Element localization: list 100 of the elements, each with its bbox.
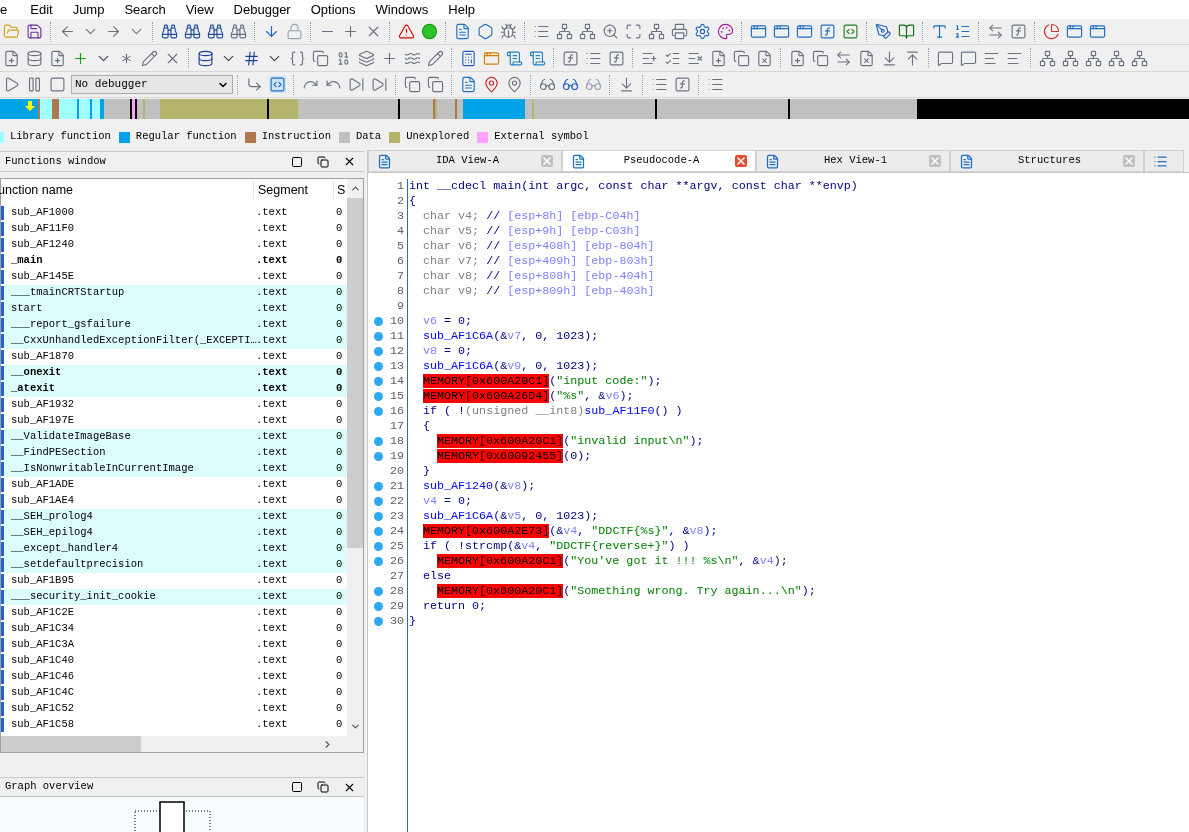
circle-icon[interactable]: [421, 23, 438, 40]
save-icon[interactable]: [26, 23, 43, 40]
list-icon[interactable]: [707, 76, 724, 93]
file-icon[interactable]: [710, 49, 727, 67]
scroll-icon[interactable]: [506, 49, 523, 67]
window-icon[interactable]: [796, 23, 813, 40]
table-row[interactable]: start .text 0: [1, 301, 347, 317]
file-icon[interactable]: [756, 49, 773, 67]
hierarchy-icon[interactable]: [1131, 49, 1148, 67]
menu-item[interactable]: Debugger: [223, 0, 301, 20]
hexagon-icon[interactable]: [477, 23, 494, 40]
tab[interactable]: [1144, 150, 1184, 172]
table-row[interactable]: ___report_gsfailure .text 0: [1, 317, 347, 333]
binoculars-icon[interactable]: [207, 23, 224, 40]
list-icon[interactable]: [954, 23, 971, 40]
database-icon[interactable]: [197, 49, 214, 67]
arrow-down-icon[interactable]: [881, 49, 898, 67]
warning-icon[interactable]: [398, 23, 415, 40]
glasses-icon[interactable]: [539, 76, 556, 93]
layers-icon[interactable]: [358, 49, 375, 67]
table-row[interactable]: __except_handler4 .text 0: [1, 541, 347, 557]
debugger-select[interactable]: No debugger: [71, 75, 233, 94]
pin-icon[interactable]: [506, 76, 523, 93]
document-icon[interactable]: [460, 76, 477, 93]
list-icon[interactable]: [533, 23, 550, 40]
function-icon[interactable]: [819, 23, 836, 40]
close-icon[interactable]: [343, 155, 356, 168]
hierarchy-icon[interactable]: [648, 23, 665, 40]
calculator-icon[interactable]: [460, 49, 477, 67]
copy-icon[interactable]: [404, 76, 421, 93]
pin-icon[interactable]: [483, 76, 500, 93]
list-icon[interactable]: [651, 76, 668, 93]
pause-icon[interactable]: [26, 76, 43, 93]
tab[interactable]: IDA View-A: [368, 150, 562, 172]
tab-label[interactable]: Pseudocode-A: [588, 153, 735, 169]
window-icon[interactable]: [483, 49, 500, 67]
table-row[interactable]: __FindPESection .text 0: [1, 445, 347, 461]
menu-item[interactable]: Edit: [20, 0, 63, 20]
table-row[interactable]: __CxxUnhandledExceptionFilter(_EXCEPTI….text 0: [1, 333, 347, 349]
letter-icon[interactable]: [931, 23, 948, 40]
scroll-icon[interactable]: [529, 49, 546, 67]
tab-label[interactable]: Structures: [976, 153, 1123, 169]
table-row[interactable]: __setdefaultprecision .text 0: [1, 557, 347, 573]
hierarchy-icon[interactable]: [1062, 49, 1079, 67]
binoculars-icon[interactable]: [184, 23, 201, 40]
glasses-icon[interactable]: [562, 76, 579, 93]
function-icon[interactable]: [562, 49, 579, 67]
stop-icon[interactable]: [49, 76, 66, 93]
function-icon[interactable]: [1010, 23, 1027, 40]
maximize-icon[interactable]: [291, 781, 303, 793]
window-icon[interactable]: [750, 23, 767, 40]
menu-item[interactable]: Help: [438, 0, 485, 20]
hierarchy-icon[interactable]: [579, 23, 596, 40]
file-icon[interactable]: [789, 49, 806, 67]
restore-icon[interactable]: [317, 781, 329, 793]
plus-icon[interactable]: [342, 23, 359, 40]
navigation-band-drawing[interactable]: [0, 99, 1189, 119]
glasses-icon[interactable]: [585, 76, 602, 93]
lock-icon[interactable]: [286, 23, 303, 40]
arrow-down-icon[interactable]: [618, 76, 635, 93]
function-icon[interactable]: [608, 49, 625, 67]
arrow-down-icon[interactable]: [263, 23, 280, 40]
binoculars-icon[interactable]: [161, 23, 178, 40]
column-header[interactable]: Segment: [253, 180, 333, 200]
menu-item[interactable]: Search: [114, 0, 176, 20]
table-row[interactable]: __IsNonwritableInCurrentImage .text 0: [1, 461, 347, 477]
copy-icon[interactable]: [427, 76, 444, 93]
scroll-down-icon[interactable]: [349, 721, 361, 732]
comment-icon[interactable]: [960, 49, 977, 67]
swap-icon[interactable]: [987, 23, 1004, 40]
zoom-icon[interactable]: [602, 23, 619, 40]
braces-icon[interactable]: [289, 49, 306, 67]
code-icon[interactable]: [269, 76, 286, 93]
book-icon[interactable]: [898, 23, 915, 40]
table-row[interactable]: __ValidateImageBase .text 0: [1, 429, 347, 445]
hash-icon[interactable]: [243, 49, 260, 67]
hierarchy-icon[interactable]: [1039, 49, 1056, 67]
vertical-scrollbar[interactable]: [347, 179, 363, 736]
arrow-up-icon[interactable]: [904, 49, 921, 67]
menu-item[interactable]: Options: [300, 0, 366, 20]
skip-icon[interactable]: [348, 76, 365, 93]
menu-item[interactable]: e: [0, 0, 21, 20]
file-icon[interactable]: [49, 49, 66, 67]
frame-icon[interactable]: [625, 23, 642, 40]
window-icon[interactable]: [773, 23, 790, 40]
hierarchy-icon[interactable]: [1108, 49, 1125, 67]
comment-icon[interactable]: [937, 49, 954, 67]
pencil-icon[interactable]: [141, 49, 158, 67]
printer-icon[interactable]: [671, 23, 688, 40]
skip-icon[interactable]: [371, 76, 388, 93]
horizontal-scrollbar[interactable]: [1, 736, 363, 752]
graph-overview-drawing[interactable]: [134, 801, 212, 832]
maximize-icon[interactable]: [291, 155, 303, 168]
tab[interactable]: Hex View-1: [756, 150, 950, 172]
tab-label[interactable]: IDA View-A: [394, 153, 541, 169]
table-row[interactable]: ___security_init_cookie .text 0: [1, 589, 347, 605]
window-icon[interactable]: [1089, 23, 1106, 40]
hierarchy-icon[interactable]: [1085, 49, 1102, 67]
function-icon[interactable]: [674, 76, 691, 93]
copy-icon[interactable]: [812, 49, 829, 67]
